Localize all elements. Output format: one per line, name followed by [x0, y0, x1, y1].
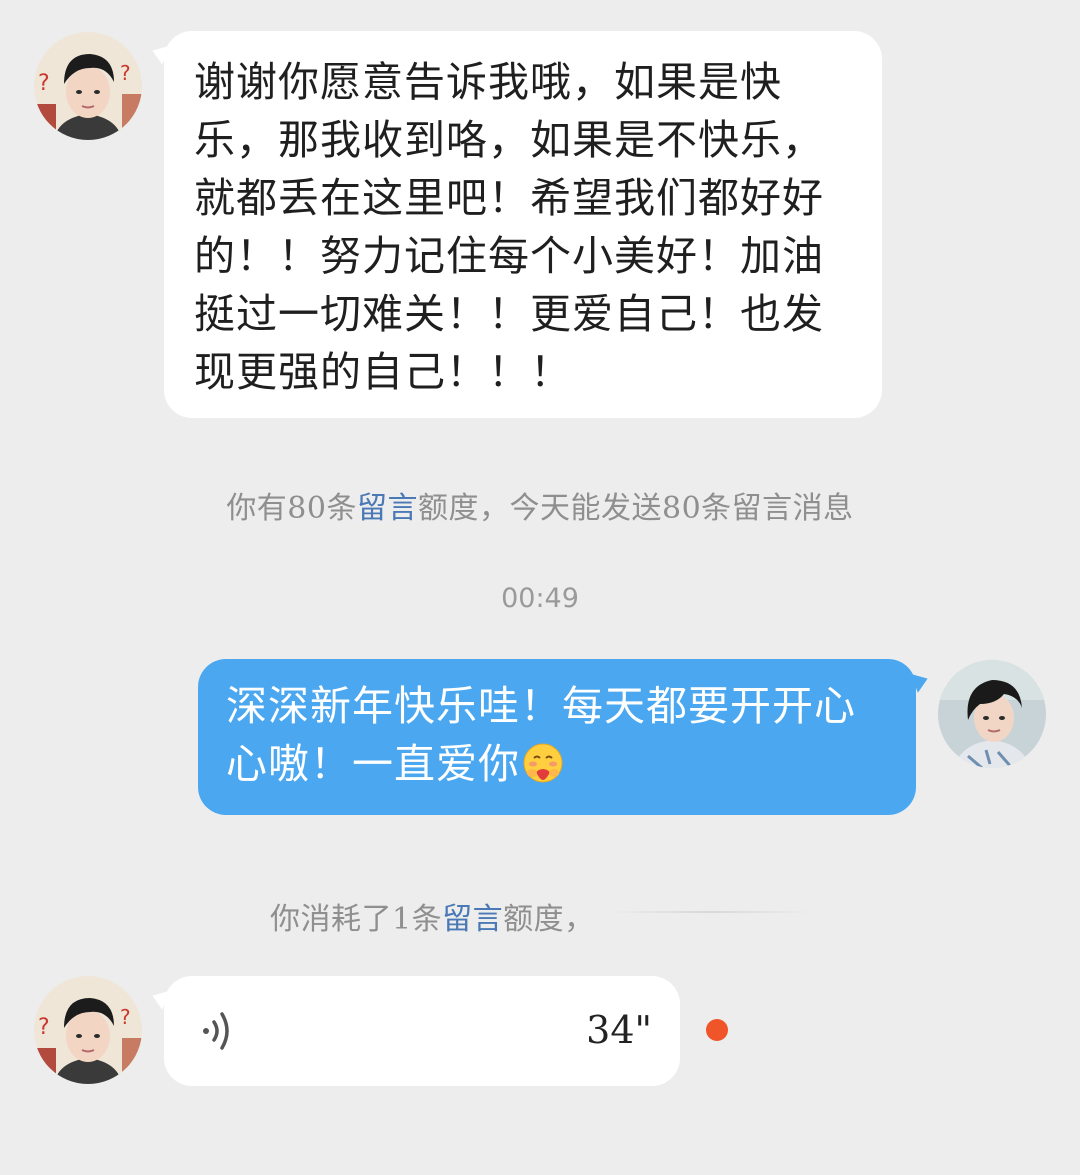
quota-notice-suffix: 额度，今天能发送80条留言消息	[418, 491, 854, 526]
message-line: 现更强的自己！！！	[194, 348, 572, 396]
voice-wave-icon	[203, 1012, 229, 1050]
svg-text:?: ?	[120, 61, 131, 85]
sender-avatar-image: ? ?	[34, 32, 142, 140]
quota-consumed-notice: 你消耗了1条留言额度，	[270, 894, 595, 938]
message-text: 谢谢你愿意告诉我哦，如果是快 乐，那我收到咯，如果是不快乐， 就都丢在这里吧！希…	[194, 53, 854, 401]
hugging-face-emoji	[523, 743, 563, 783]
message-line-text: 心嗷！一直爱你	[226, 740, 520, 788]
voice-duration: 34"	[586, 1008, 652, 1052]
svg-text:?: ?	[120, 1005, 131, 1029]
consumed-notice-suffix: 额度，	[503, 902, 595, 937]
incoming-message-bubble[interactable]: 谢谢你愿意告诉我哦，如果是快 乐，那我收到咯，如果是不快乐， 就都丢在这里吧！希…	[164, 31, 882, 418]
sender-avatar-image: ? ?	[34, 976, 142, 1084]
faded-notice-trail	[608, 911, 812, 913]
svg-text:?: ?	[38, 71, 50, 96]
message-quota-link[interactable]: 留言	[357, 491, 418, 526]
quota-notice-prefix: 你有80条	[226, 491, 357, 526]
my-avatar[interactable]	[938, 660, 1046, 768]
message-line: 谢谢你愿意告诉我哦，如果是快	[194, 58, 782, 106]
svg-text:?: ?	[38, 1015, 50, 1040]
message-quota-link[interactable]: 留言	[442, 902, 503, 937]
message-line: 乐，那我收到咯，如果是不快乐，	[194, 116, 824, 164]
message-line: 深深新年快乐哇！每天都要开开心	[226, 682, 856, 730]
message-text: 深深新年快乐哇！每天都要开开心 心嗷！一直爱你	[226, 677, 896, 793]
message-timestamp: 00:49	[501, 583, 579, 614]
message-line: 的！！努力记住每个小美好！加油	[194, 232, 824, 280]
voice-message-bubble[interactable]: 34"	[164, 976, 680, 1086]
sender-avatar[interactable]: ? ?	[34, 976, 142, 1084]
quota-notice: 你有80条留言额度，今天能发送80条留言消息	[0, 483, 1080, 527]
consumed-notice-prefix: 你消耗了1条	[270, 902, 443, 937]
message-line: 就都丢在这里吧！希望我们都好好	[194, 174, 824, 222]
message-line: 挺过一切难关！！更爱自己！也发	[194, 290, 824, 338]
outgoing-message-bubble[interactable]: 深深新年快乐哇！每天都要开开心 心嗷！一直爱你	[198, 659, 916, 815]
unread-dot	[706, 1019, 728, 1041]
message-line: 心嗷！一直爱你	[226, 735, 896, 793]
my-avatar-image	[938, 660, 1046, 768]
sender-avatar[interactable]: ? ?	[34, 32, 142, 140]
